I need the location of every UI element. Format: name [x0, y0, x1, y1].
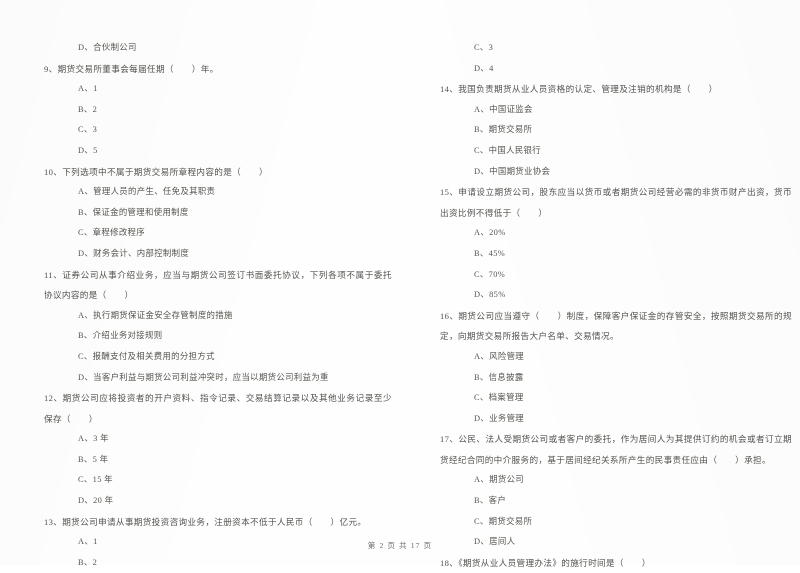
answer-option: D、业务管理 [474, 413, 525, 423]
question-stem: 13、期货公司申请从事期货投资咨询业务，注册资本不低于人民币（ ）亿元。 [44, 516, 367, 527]
answer-option: B、45% [474, 248, 506, 258]
answer-option: B、5 年 [78, 454, 109, 464]
question-stem: 16、期货公司应当遵守（ ）制度，保障客户保证金的存管安全，按照期货交易所的规定… [440, 310, 792, 342]
answer-option: C、章程修改程序 [78, 228, 146, 238]
answer-option: C、期货交易所 [474, 516, 533, 526]
right-column-blocks: C、3 D、4 14、我国负责期货从业人员资格的认定、管理及注销的机构是（ ） A、中… [440, 38, 792, 573]
answer-option: D、85% [474, 290, 506, 300]
answer-option: C、15 年 [78, 475, 113, 485]
answer-option: C、3 [78, 125, 98, 135]
answer-option: A、1 [78, 84, 98, 94]
answer-option: B、保证金的管理和使用制度 [78, 207, 189, 217]
answer-option: A、20% [474, 228, 506, 238]
answer-option: A、中国证监会 [474, 104, 533, 114]
question-stem: 15、申请设立期货公司，股东应当以货币或者期货公司经营必需的非货币财产出资，货币… [440, 187, 792, 218]
answer-option: B、介绍业务对接规则 [78, 331, 163, 341]
two-column-body: D、合伙制公司 9、期货交易所董事会每届任期（ ）年。 A、1 B、2 C、3 D、5 10… [0, 38, 800, 568]
answer-option: D、4 [474, 63, 494, 73]
question-stem: 9、期货交易所董事会每届任期（ ）年。 [44, 63, 219, 74]
exam-paper-page: D、合伙制公司 9、期货交易所董事会每届任期（ ）年。 A、1 B、2 C、3 D、5 10… [0, 0, 800, 568]
answer-option: B、2 [78, 104, 98, 114]
answer-option: C、70% [474, 269, 506, 279]
right-column: C、3 D、4 14、我国负责期货从业人员资格的认定、管理及注销的机构是（ ） A、中… [400, 38, 800, 568]
answer-option: D、20 年 [78, 496, 114, 506]
answer-option: C、中国人民银行 [474, 145, 542, 155]
answer-option: C、报酬支付及相关费用的分担方式 [78, 351, 215, 361]
question-stem: 10、下列选项中不属于期货交易所章程内容的是（ ） [44, 166, 268, 177]
answer-option: A、风险管理 [474, 351, 525, 361]
question-stem: 14、我国负责期货从业人员资格的认定、管理及注销的机构是（ ） [440, 84, 718, 95]
answer-option: D、中国期货业协会 [474, 166, 551, 176]
left-column-blocks: D、合伙制公司 9、期货交易所董事会每届任期（ ）年。 A、1 B、2 C、3 D、5 10… [44, 38, 392, 573]
answer-option: B、期货交易所 [474, 125, 533, 135]
answer-option: A、执行期货保证金安全存管制度的措施 [78, 310, 233, 320]
question-stem: 12、期货公司应将投资者的开户资料、指令记录、交易结算记录以及其他业务记录至少保… [44, 393, 392, 424]
question-stem: 17、公民、法人受期货公司或者客户的委托，作为居间人为其提供订约的机会或者订立期… [440, 434, 792, 465]
answer-option: C、3 [474, 43, 494, 52]
answer-option: B、信息披露 [474, 372, 524, 382]
question-stem: 11、证券公司从事介绍业务，应当与期货公司签订书面委托协议，下列各项不属于委托协… [44, 269, 392, 301]
answer-option: D、5 [78, 145, 98, 155]
left-column: D、合伙制公司 9、期货交易所董事会每届任期（ ）年。 A、1 B、2 C、3 D、5 10… [0, 38, 400, 567]
answer-option: D、合伙制公司 [78, 43, 137, 52]
answer-option: A、管理人员的产生、任免及其职责 [78, 187, 216, 197]
answer-option: A、期货公司 [474, 475, 525, 485]
answer-option: B、客户 [474, 496, 507, 506]
question-stem: 18、《期货从业人员管理办法》的施行时间是（ ） [440, 557, 651, 568]
answer-option: A、3 年 [78, 434, 109, 444]
page-footer: 第 2 页 共 17 页 [367, 541, 433, 550]
answer-option: D、财务会计、内部控制制度 [78, 248, 190, 258]
answer-option: C、档案管理 [474, 393, 524, 403]
answer-option: B、2 [78, 557, 98, 567]
answer-option: D、当客户利益与期货公司利益冲突时，应当以期货公司利益为重 [78, 372, 329, 382]
